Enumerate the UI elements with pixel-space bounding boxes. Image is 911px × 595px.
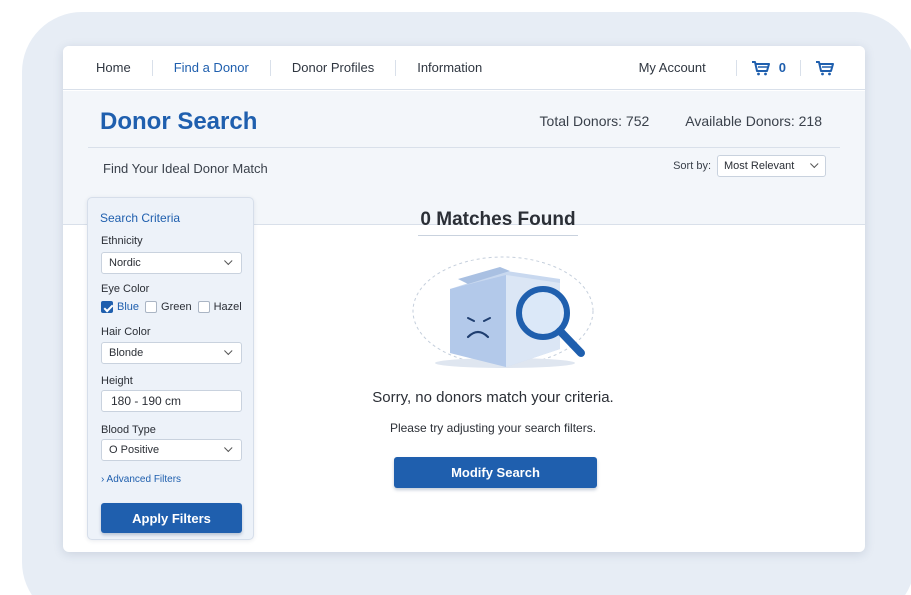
apply-filters-button[interactable]: Apply Filters: [101, 503, 242, 533]
donor-stats: Total Donors: 752 Available Donors: 218: [540, 113, 822, 129]
checkbox-label: Hazel: [213, 301, 242, 313]
eye-color-label: Eye Color: [101, 283, 150, 295]
blood-type-label: Blood Type: [101, 424, 156, 436]
search-criteria-title: Search Criteria: [100, 211, 181, 225]
sort-control: Sort by: Most Relevant: [673, 155, 826, 177]
app-window: Home Find a Donor Donor Profiles Informa…: [63, 46, 865, 552]
eye-color-green-checkbox[interactable]: Green: [145, 301, 192, 313]
nav-home[interactable]: Home: [63, 60, 152, 76]
available-donors: Available Donors: 218: [685, 113, 822, 129]
top-nav: Home Find a Donor Donor Profiles Informa…: [63, 46, 865, 90]
eye-color-options: Blue Green Hazel: [101, 301, 242, 313]
chevron-down-icon: [224, 346, 233, 356]
blood-type-select[interactable]: O Positive: [101, 439, 242, 461]
nav-information[interactable]: Information: [396, 60, 503, 76]
sub-header: Find Your Ideal Donor Match Sort by: Mos…: [88, 147, 840, 181]
page-title: Donor Search: [100, 108, 258, 135]
empty-folder-search-icon: [412, 256, 594, 368]
nav-my-account[interactable]: My Account: [639, 60, 706, 76]
checkbox-icon: [197, 301, 210, 313]
chevron-down-icon: [224, 443, 233, 453]
nav-right: My Account 0: [639, 59, 865, 76]
blood-type-value: O Positive: [109, 444, 160, 456]
eye-color-hazel-checkbox[interactable]: Hazel: [197, 301, 242, 313]
height-input[interactable]: [101, 390, 242, 412]
no-results-hint: Please try adjusting your search filters…: [389, 421, 597, 435]
advanced-filters-link[interactable]: › Advanced Filters: [101, 474, 181, 485]
nav-donor-profiles[interactable]: Donor Profiles: [271, 60, 395, 76]
checkbox-label: Green: [161, 301, 192, 313]
sort-value: Most Relevant: [724, 160, 795, 172]
cart-icon: [751, 60, 770, 75]
nav-find-a-donor[interactable]: Find a Donor: [153, 60, 270, 76]
checkbox-icon: [145, 301, 158, 313]
height-label: Height: [101, 375, 133, 387]
ethnicity-value: Nordic: [109, 257, 141, 269]
results-heading-underline: [418, 235, 578, 236]
nav-divider: [735, 59, 737, 76]
ethnicity-select[interactable]: Nordic: [101, 252, 242, 274]
checkbox-label: Blue: [117, 301, 140, 313]
modify-search-button[interactable]: Modify Search: [394, 457, 597, 488]
total-donors: Total Donors: 752: [539, 113, 650, 129]
ethnicity-label: Ethnicity: [101, 235, 143, 247]
cart-button[interactable]: 0: [751, 60, 786, 76]
nav-divider: [800, 59, 801, 76]
sort-label: Sort by:: [673, 160, 711, 172]
chevron-down-icon: [810, 159, 819, 169]
chevron-down-icon: [224, 256, 233, 266]
cart-link[interactable]: [815, 60, 835, 76]
cart-count: 0: [778, 60, 786, 75]
search-criteria-panel: Search Criteria Ethnicity Nordic Eye Col…: [87, 197, 254, 540]
sort-select[interactable]: Most Relevant: [717, 155, 826, 177]
page-subtitle: Find Your Ideal Donor Match: [103, 161, 268, 176]
hair-color-label: Hair Color: [101, 326, 151, 338]
cart-icon: [816, 60, 834, 75]
hair-color-select[interactable]: Blonde: [101, 342, 242, 364]
results-heading: 0 Matches Found: [420, 209, 576, 230]
eye-color-blue-checkbox[interactable]: Blue: [101, 301, 139, 313]
hair-color-value: Blonde: [109, 347, 144, 359]
no-results-message: Sorry, no donors match your criteria.: [372, 389, 614, 406]
checkbox-checked-icon: [101, 301, 113, 313]
